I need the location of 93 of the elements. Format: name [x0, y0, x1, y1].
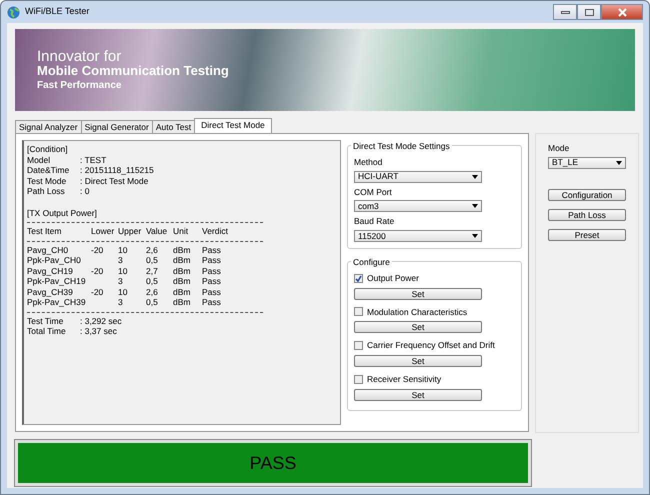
banner-text: Fast Performance — [37, 80, 122, 92]
side-button[interactable]: Configuration — [548, 188, 626, 201]
table-cell-text: dBm — [173, 266, 192, 276]
checkbox-option[interactable]: Modulation Characteristics — [354, 306, 515, 318]
dropdown[interactable]: 115200 — [354, 230, 482, 242]
table-cell-text: 2,6 — [146, 286, 159, 297]
field-label: Model — [27, 154, 52, 165]
report-heading: [Condition] — [27, 144, 69, 154]
table-cell-text: 3 — [118, 297, 124, 308]
table-cell-text: Ppk-Pav_CH19 — [27, 276, 87, 286]
table-cell-text: 0,5 — [146, 255, 159, 266]
table-cell-text: 3 — [118, 276, 124, 286]
table-cell-text: 10 — [118, 244, 128, 255]
field-value: : Direct Test Mode — [80, 176, 148, 186]
table-cell-text: Pavg_CH39 — [27, 286, 74, 297]
banner-text: Mobile Communication Testing — [37, 64, 230, 78]
table-cell-text: Ppk-Pav_CH0 — [27, 255, 82, 266]
table-cell-text: dBm — [173, 286, 192, 297]
field-label: COM Port — [354, 186, 393, 198]
globe-icon — [7, 6, 20, 18]
field-value: : 3,37 sec — [80, 326, 117, 336]
field-label: Path Loss — [27, 186, 66, 196]
column-header: Lower — [91, 226, 116, 236]
side-button[interactable]: Path Loss — [548, 208, 626, 221]
result-banner: PASS — [15, 440, 531, 486]
tab[interactable]: Direct Test Mode — [194, 118, 272, 133]
checkbox-option[interactable]: Carrier Frequency Offset and Drift — [354, 339, 515, 352]
table-cell-text: dBm — [173, 244, 192, 255]
checkbox-option[interactable]: Receiver Sensitivity — [354, 373, 515, 386]
table-cell-text: Pass — [202, 244, 222, 255]
field-label: Test Mode — [27, 176, 68, 186]
set-button[interactable]: Set — [354, 321, 482, 334]
field-label: Test Time — [27, 316, 64, 326]
table-cell-text: -20 — [91, 266, 104, 276]
field-value: : 3,292 sec — [80, 316, 122, 326]
close-icon — [618, 8, 626, 16]
table-cell-text: Pass — [202, 286, 222, 297]
table-cell-text: -20 — [91, 244, 104, 255]
column-header: Unit — [173, 226, 190, 236]
table-cell-text: 2,7 — [146, 266, 159, 276]
checkbox-option[interactable]: Output Power — [354, 272, 515, 284]
column-header: Upper — [118, 226, 142, 236]
column-header: Value — [146, 226, 168, 236]
table-cell-text: Ppk-Pav_CH39 — [27, 297, 87, 308]
table-cell-text: dBm — [173, 255, 192, 266]
dropdown[interactable]: com3 — [354, 200, 482, 212]
table-cell-text: 2,6 — [146, 244, 159, 255]
table-cell-text: Pass — [202, 297, 222, 308]
field-label: Date&Time — [27, 165, 70, 176]
checkbox[interactable] — [354, 307, 363, 316]
table-cell-text: Pavg_CH0 — [27, 244, 70, 255]
table-cell-text: dBm — [173, 276, 192, 286]
close-button[interactable] — [601, 4, 643, 20]
group-title: Configure — [351, 256, 392, 269]
table-cell-text: dBm — [173, 297, 192, 308]
table-cell-text: 0,5 — [146, 297, 159, 308]
checkbox[interactable] — [354, 274, 363, 283]
field-label: Mode — [548, 142, 570, 155]
table-cell-text: Pass — [202, 266, 222, 276]
set-button[interactable]: Set — [354, 288, 482, 300]
table-cell-text: Pass — [202, 255, 222, 266]
table-cell-text: 3 — [118, 255, 124, 266]
tab[interactable]: Auto Test — [152, 120, 196, 133]
checkbox[interactable] — [354, 374, 363, 384]
table-cell-text: -20 — [91, 286, 104, 297]
dropdown[interactable]: HCI-UART — [354, 170, 482, 182]
field-value: : 20151118_115215 — [80, 165, 154, 176]
tab[interactable]: Signal Analyzer — [15, 120, 82, 133]
side-button[interactable]: Preset — [548, 228, 626, 241]
report-heading: [TX Output Power] — [27, 208, 98, 218]
column-header: Test Item — [27, 226, 62, 236]
field-label: Total Time — [27, 326, 67, 336]
check-icon — [355, 274, 362, 282]
maximize-button[interactable] — [577, 4, 601, 20]
field-label: Method — [354, 156, 384, 168]
table-cell-text: Pass — [202, 276, 222, 286]
field-value: : 0 — [80, 186, 90, 196]
group-title: Direct Test Mode Settings — [351, 140, 452, 153]
table-cell-text: 0,5 — [146, 276, 159, 286]
set-button[interactable]: Set — [354, 388, 482, 401]
table-cell-text: Pavg_CH19 — [27, 266, 74, 276]
minimize-button[interactable] — [553, 4, 577, 20]
column-header: Verdict — [202, 226, 229, 236]
dropdown[interactable]: BT_LE — [548, 156, 626, 169]
banner-text: Innovator for — [37, 48, 122, 64]
table-cell-text: 10 — [118, 286, 128, 297]
checkbox[interactable] — [354, 341, 363, 350]
window-title: WiFi/BLE Tester — [25, 5, 90, 18]
tab[interactable]: Signal Generator — [80, 120, 153, 133]
field-value: : TEST — [80, 154, 106, 165]
table-cell-text: 10 — [118, 266, 128, 276]
field-label: Baud Rate — [354, 215, 396, 228]
set-button[interactable]: Set — [354, 355, 482, 367]
